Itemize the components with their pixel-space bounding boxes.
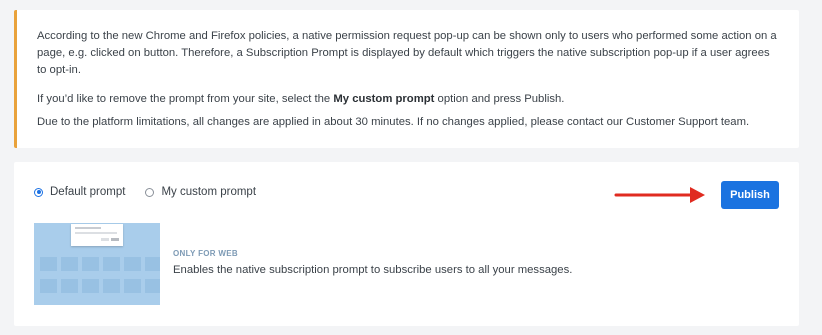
prompt-description: ONLY FOR WEB Enables the native subscrip… [173,249,572,276]
preview-tile [82,257,99,271]
preview-tile [145,279,160,293]
radio-selected-icon[interactable] [34,187,43,197]
custom-prompt-radio[interactable]: My custom prompt [145,186,256,198]
notice-text-before: If you’d like to remove the prompt from … [37,93,334,105]
default-prompt-preview-image [34,223,160,305]
default-prompt-radio[interactable]: Default prompt [34,186,125,198]
notice-paragraph-limitations: Due to the platform limitations, all cha… [37,116,750,128]
default-prompt-label: Default prompt [50,186,126,198]
preview-tile [145,257,160,271]
red-arrow-icon [614,187,705,203]
notice-paragraph-policies: According to the new Chrome and Firefox … [37,30,777,76]
preview-tile [124,257,141,271]
prompt-settings-panel: Default prompt My custom prompt Publish … [14,162,799,326]
notice-custom-prompt-emphasis: My custom prompt [333,93,435,105]
publish-button[interactable]: Publish [721,181,779,209]
custom-prompt-label: My custom prompt [161,186,257,198]
preview-tile [82,279,99,293]
notice-paragraph-remove-prompt: If you’d like to remove the prompt from … [37,91,781,108]
preview-tile [103,279,120,293]
notice-text-after: option and press Publish. [434,93,565,105]
preview-tile [40,279,57,293]
only-for-web-tag: ONLY FOR WEB [173,249,238,258]
preview-tile [124,279,141,293]
prompt-description-text: Enables the native subscription prompt t… [173,264,573,276]
preview-tile [61,257,78,271]
preview-tile [61,279,78,293]
policy-notice: According to the new Chrome and Firefox … [14,10,799,148]
prompt-type-radio-group: Default prompt My custom prompt [34,186,256,198]
radio-unselected-icon[interactable] [145,187,155,197]
preview-tile [40,257,57,271]
preview-tile [103,257,120,271]
preview-popup [71,224,123,246]
